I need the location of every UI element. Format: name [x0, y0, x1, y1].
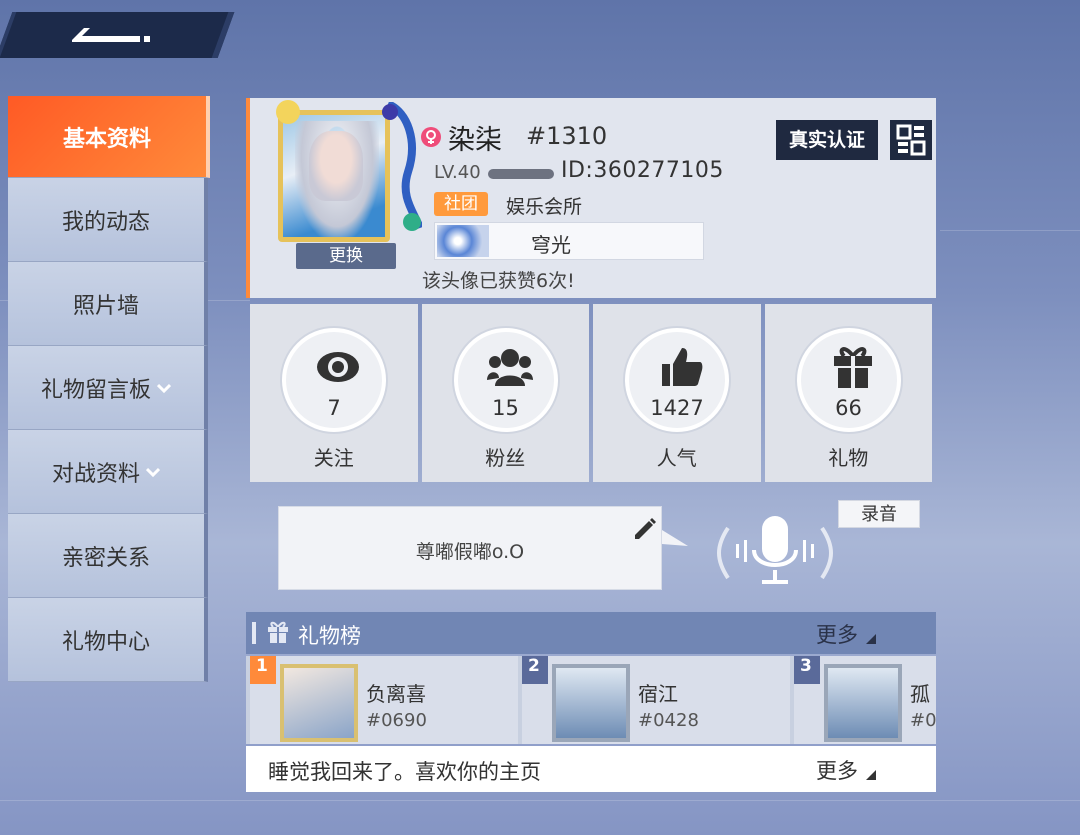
back-arrow-icon	[72, 28, 150, 42]
stat-value: 15	[492, 396, 519, 420]
stat-popularity[interactable]: 1427 人气	[593, 304, 761, 482]
sidebar-item-my-posts[interactable]: 我的动态	[8, 178, 208, 262]
sidebar-item-label: 我的动态	[61, 209, 150, 235]
comment-more-link[interactable]: 更多	[816, 755, 876, 785]
sidebar-item-basic-info[interactable]: 基本资料	[8, 96, 210, 178]
player-tag: #1310	[526, 122, 608, 150]
header-accent-mark	[252, 622, 256, 644]
gift-ranking-title: 礼物榜	[298, 624, 361, 648]
main-panel: 更换 染柒 #1310 LV.40 ID:360277105 社团 娱乐会所 穹…	[246, 98, 936, 794]
background-line	[0, 800, 1080, 801]
player-name: 染柒	[448, 125, 502, 156]
stat-value: 7	[327, 396, 341, 420]
sidebar: 基本资料 我的动态 照片墙 礼物留言板 对战资料 亲密关系 礼物中心	[8, 96, 210, 682]
club-name[interactable]: 娱乐会所	[506, 192, 582, 219]
rank-number: 3	[794, 656, 820, 684]
background-line	[940, 230, 1080, 231]
more-label: 更多	[816, 623, 858, 647]
stat-gifts[interactable]: 66 礼物	[764, 304, 932, 482]
sidebar-item-label: 礼物留言板	[40, 377, 151, 403]
stat-value: 66	[835, 396, 862, 420]
avatar-likes-text: 该头像已获赞6次!	[422, 270, 575, 292]
sidebar-item-label: 亲密关系	[61, 545, 150, 571]
gift-icon	[268, 621, 288, 643]
stat-fans[interactable]: 15 粉丝	[421, 304, 589, 482]
more-label: 更多	[816, 759, 858, 783]
rank-number: 2	[522, 656, 548, 684]
stat-label: 礼物	[828, 446, 869, 470]
rank-tag: #0690	[366, 710, 427, 731]
stat-label: 人气	[656, 446, 697, 470]
club-badge: 社团	[434, 192, 488, 216]
player-title-text: 穹光	[531, 233, 571, 257]
gift-icon	[833, 347, 872, 388]
stat-value: 1427	[650, 396, 704, 420]
edit-pencil-icon[interactable]	[631, 515, 657, 541]
signature-box[interactable]: 尊嘟假嘟o.O	[278, 506, 662, 590]
rank-name: 负离喜	[366, 682, 426, 706]
list-item[interactable]: 3 孤 #0	[794, 656, 936, 744]
rank-name: 宿江	[638, 682, 678, 706]
fans-icon	[486, 349, 533, 386]
title-emblem-icon	[437, 225, 489, 257]
corner-arrow-icon	[866, 770, 876, 780]
stat-label: 关注	[313, 446, 354, 470]
stat-following[interactable]: 7 关注	[250, 304, 418, 482]
gift-ranking-list: 1 负离喜 #0690 2 宿江 #0428 3 孤 #0	[246, 656, 936, 744]
profile-card: 更换 染柒 #1310 LV.40 ID:360277105 社团 娱乐会所 穹…	[246, 98, 936, 298]
avatar-face	[309, 131, 363, 201]
signature-text: 尊嘟假嘟o.O	[415, 541, 525, 563]
stat-circle: 66	[796, 328, 901, 432]
sidebar-item-label: 对战资料	[51, 461, 140, 487]
real-name-verify-button[interactable]: 真实认证	[776, 120, 878, 160]
moon-decoration-icon	[276, 100, 300, 124]
sidebar-item-gift-center[interactable]: 礼物中心	[8, 598, 208, 682]
sidebar-item-photo-wall[interactable]: 照片墙	[8, 262, 208, 346]
sidebar-item-gift-message-board[interactable]: 礼物留言板	[8, 346, 208, 430]
chevron-down-icon	[146, 467, 160, 477]
stat-circle: 1427	[625, 328, 729, 432]
sidebar-item-label: 照片墙	[72, 293, 139, 319]
latest-comment[interactable]: 睡觉我回来了。喜欢你的主页 更多	[246, 746, 936, 792]
list-item[interactable]: 1 负离喜 #0690	[250, 656, 518, 744]
corner-arrow-icon	[866, 634, 876, 644]
eye-icon	[317, 352, 359, 382]
stat-circle: 7	[282, 328, 386, 432]
player-title[interactable]: 穹光	[434, 222, 704, 260]
stats-row: 7 关注 15 粉丝 1427 人气 66 礼物	[250, 304, 932, 482]
stat-label: 粉丝	[485, 446, 526, 470]
stat-circle: 15	[453, 328, 558, 432]
gift-ranking-header: 礼物榜 更多	[246, 612, 936, 654]
rank-number: 1	[250, 656, 276, 684]
comment-text: 睡觉我回来了。喜欢你的主页	[268, 760, 541, 784]
sidebar-item-intimacy[interactable]: 亲密关系	[8, 514, 208, 598]
avatar	[280, 664, 358, 742]
sidebar-item-label: 礼物中心	[61, 629, 150, 655]
peacock-frame-decoration-icon	[382, 102, 422, 231]
microphone-icon[interactable]	[706, 508, 844, 594]
avatar	[552, 664, 630, 742]
record-button[interactable]: 录音	[838, 500, 920, 528]
sidebar-item-label: 基本资料	[62, 126, 151, 152]
female-gender-icon	[421, 127, 441, 147]
chevron-down-icon	[157, 383, 171, 393]
gift-ranking-more-link[interactable]: 更多	[816, 619, 876, 649]
list-item[interactable]: 2 宿江 #0428	[522, 656, 790, 744]
avatar	[824, 664, 902, 742]
speech-bubble-tail	[662, 530, 688, 546]
thumbs-up-icon	[662, 348, 703, 386]
rank-name: 孤	[910, 682, 930, 706]
rank-tag: #0	[910, 710, 936, 731]
sidebar-item-battle-info[interactable]: 对战资料	[8, 430, 208, 514]
player-level: LV.40	[434, 162, 481, 183]
change-avatar-button[interactable]: 更换	[296, 243, 396, 269]
player-id: ID:360277105	[561, 158, 724, 183]
qr-code-icon[interactable]	[890, 120, 932, 160]
level-progress-bar	[488, 169, 554, 179]
rank-tag: #0428	[638, 710, 699, 731]
